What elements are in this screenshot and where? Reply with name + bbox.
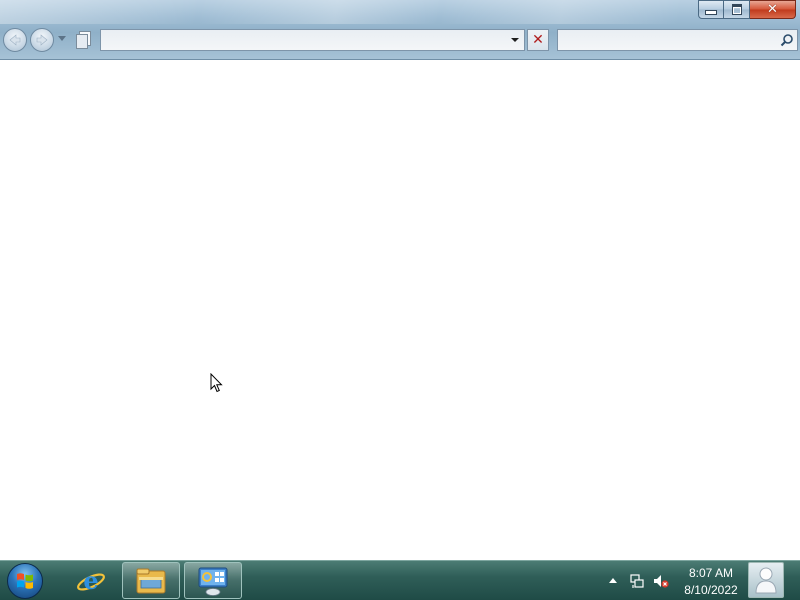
back-button[interactable] [3, 28, 27, 52]
system-clock[interactable]: 8:07 AM 8/10/2022 [676, 565, 746, 599]
page-icon [76, 31, 91, 49]
control-panel-icon [198, 567, 228, 596]
volume-muted-icon[interactable] [653, 573, 669, 589]
recent-pages-dropdown[interactable] [58, 36, 66, 41]
stop-icon: ✕ [532, 32, 544, 48]
stop-button[interactable]: ✕ [527, 29, 549, 51]
user-avatar-button[interactable] [748, 562, 784, 598]
close-icon: ✕ [767, 2, 778, 17]
start-button[interactable] [7, 563, 43, 599]
search-icon[interactable] [780, 33, 794, 47]
taskbar-control-panel[interactable] [184, 562, 242, 599]
forward-button[interactable] [30, 28, 54, 52]
svg-text:e: e [83, 566, 98, 595]
search-input[interactable] [557, 29, 798, 51]
address-dropdown-button[interactable] [506, 31, 524, 49]
maximize-button[interactable] [724, 0, 750, 19]
internet-explorer-icon: e [77, 566, 105, 595]
mouse-pointer-icon [210, 373, 223, 393]
back-arrow-icon [9, 34, 21, 46]
page-content[interactable] [0, 60, 800, 560]
minimize-button[interactable] [698, 0, 724, 19]
network-icon[interactable] [629, 573, 645, 589]
minimize-icon [705, 10, 717, 15]
folder-icon [136, 568, 166, 593]
clock-date: 8/10/2022 [684, 583, 738, 597]
caption-buttons: ✕ [698, 0, 796, 20]
close-button[interactable]: ✕ [750, 0, 796, 19]
user-avatar-icon [755, 567, 777, 594]
chevron-down-icon [511, 38, 519, 42]
show-hidden-icons-arrow[interactable] [609, 578, 617, 583]
address-bar[interactable] [100, 29, 525, 51]
taskbar-internet-explorer[interactable]: e [62, 562, 120, 599]
forward-arrow-icon [36, 34, 48, 46]
clock-time: 8:07 AM [688, 566, 734, 580]
restore-icon [731, 4, 742, 15]
taskbar-windows-explorer[interactable] [122, 562, 180, 599]
windows-orb-icon [17, 573, 33, 589]
